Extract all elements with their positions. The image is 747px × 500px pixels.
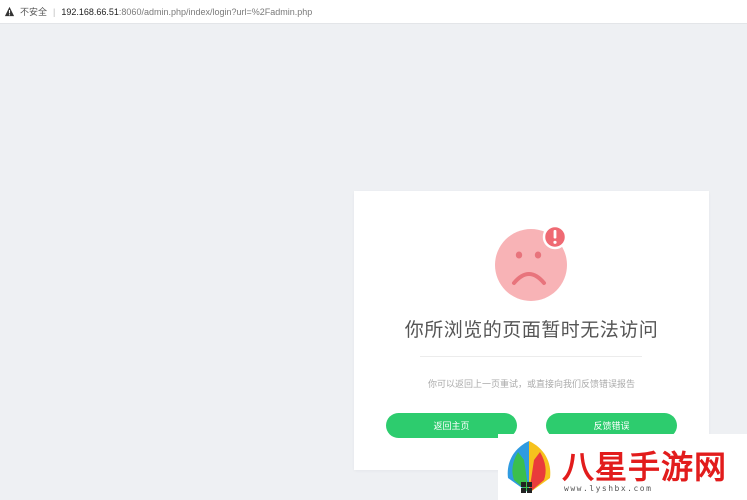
security-label[interactable]: 不安全 xyxy=(20,5,47,18)
watermark: 八星手游网 www.lyshbx.com xyxy=(498,434,747,500)
url-host[interactable]: 192.168.66.51 xyxy=(61,7,119,17)
watermark-subtitle: www.lyshbx.com xyxy=(564,484,653,493)
sad-face-icon xyxy=(495,225,568,301)
error-subtext: 你可以返回上一页重试，或直接向我们反馈错误报告 xyxy=(427,379,635,389)
watermark-title: 八星手游网 xyxy=(562,448,728,486)
warning-icon[interactable] xyxy=(4,6,15,17)
separator: | xyxy=(53,6,56,17)
error-headline: 你所浏览的页面暂时无法访问 xyxy=(404,320,659,341)
watermark-logo-icon xyxy=(507,441,551,493)
address-bar[interactable]: 不安全 | 192.168.66.51:8060/admin.php/index… xyxy=(0,0,747,24)
url-path[interactable]: :8060/admin.php/index/login?url=%2Fadmin… xyxy=(119,7,312,17)
divider xyxy=(420,356,642,357)
error-card: 你所浏览的页面暂时无法访问 你可以返回上一页重试，或直接向我们反馈错误报告 返回… xyxy=(354,191,709,470)
